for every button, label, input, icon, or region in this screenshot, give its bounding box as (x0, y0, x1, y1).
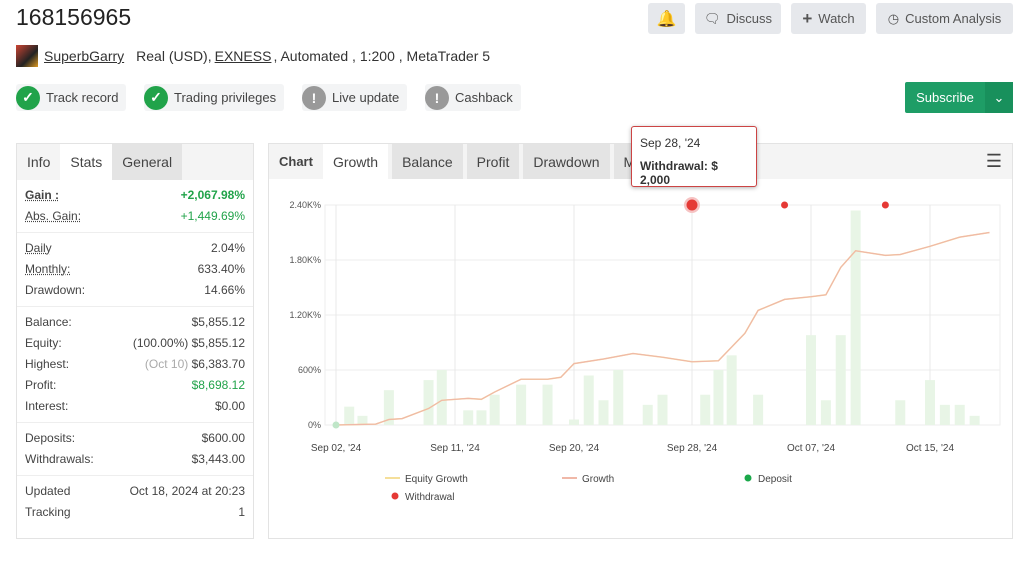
daily-bar (423, 380, 434, 425)
daily-bar (642, 404, 653, 425)
legend-label: Deposit (758, 474, 792, 485)
withdrawal-marker (686, 199, 698, 211)
y-tick-label: 1.20K% (289, 310, 321, 320)
legend-label: Withdrawal (405, 492, 454, 503)
growth-chart: 0% 600% 1.20K% 1.80K% 2.40K% Sep 02, '24 Sep 1… (289, 197, 1001, 503)
chart-tooltip: Sep 28, '24 Withdrawal: $ 2,000 (631, 126, 757, 187)
daily-bar (895, 400, 906, 425)
x-tick-label: Sep 02, '24 (311, 443, 362, 454)
daily-bar (516, 384, 527, 425)
legend-label: Equity Growth (405, 474, 468, 485)
daily-bar (820, 400, 831, 425)
legend-label: Growth (582, 474, 614, 485)
y-tick-label: 2.40K% (289, 200, 321, 210)
daily-bar (569, 419, 579, 425)
x-tick-label: Sep 20, '24 (549, 443, 600, 454)
daily-bar (850, 210, 861, 425)
daily-bar (436, 370, 447, 425)
legend-swatch (391, 492, 399, 500)
deposit-marker (332, 421, 340, 429)
daily-bar (726, 355, 737, 425)
daily-bar (344, 406, 355, 425)
daily-bar (713, 370, 724, 425)
y-tick-label: 1.80K% (289, 255, 321, 265)
x-tick-label: Sep 28, '24 (667, 443, 718, 454)
daily-bar (835, 335, 846, 425)
daily-bar (753, 394, 764, 425)
withdrawal-marker (781, 201, 789, 209)
daily-bar (969, 415, 980, 425)
daily-bar (583, 375, 594, 425)
daily-bar (806, 335, 816, 425)
daily-bar (542, 384, 553, 425)
y-tick-label: 600% (298, 365, 321, 375)
daily-bar (700, 394, 711, 425)
tooltip-date: Sep 28, '24 (640, 136, 701, 150)
daily-bar (463, 410, 474, 425)
tooltip-text: Withdrawal: $ 2,000 (640, 159, 718, 187)
daily-bar (939, 404, 950, 425)
daily-bar (476, 410, 487, 425)
withdrawal-marker (881, 201, 889, 209)
x-tick-label: Sep 11, '24 (430, 443, 480, 454)
daily-bar (657, 394, 668, 425)
y-tick-label: 0% (308, 420, 321, 430)
x-tick-label: Oct 15, '24 (906, 443, 954, 454)
daily-bar (489, 394, 500, 425)
legend-swatch (744, 474, 752, 482)
daily-bar (613, 370, 624, 425)
daily-bar (954, 404, 965, 425)
x-tick-label: Oct 07, '24 (787, 443, 835, 454)
daily-bar (598, 400, 609, 425)
daily-bar (925, 380, 935, 425)
